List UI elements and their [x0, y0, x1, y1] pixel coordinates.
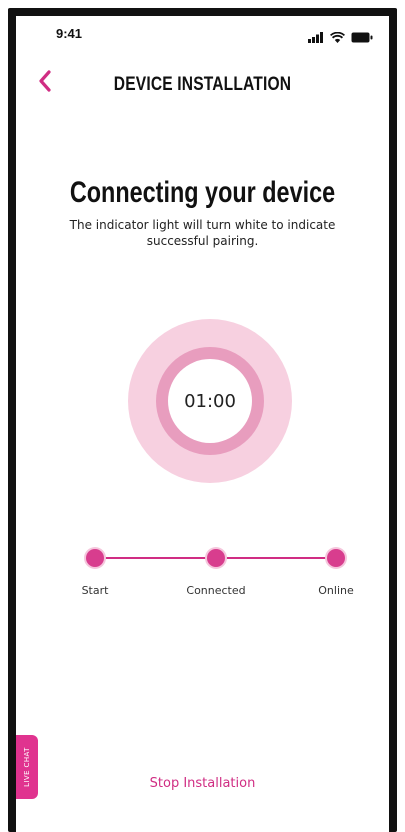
step-dot-connected — [207, 549, 225, 567]
step-dot-online — [327, 549, 345, 567]
step-label-connected: Connected — [186, 584, 246, 597]
page-title: DEVICE INSTALLATION — [113, 74, 292, 95]
header: DEVICE INSTALLATION — [16, 64, 389, 108]
status-bar: 9:41 — [16, 16, 389, 56]
status-time: 9:41 — [56, 26, 83, 41]
timer-value: 01:00 — [184, 390, 236, 412]
step-label-start: Start — [81, 584, 109, 597]
status-icons — [308, 28, 373, 47]
step-dot-start — [86, 549, 104, 567]
countdown-timer: 01:00 — [128, 319, 292, 483]
stop-installation-button[interactable]: Stop Installation — [16, 776, 389, 791]
phone-screen: 9:41 DEVICE INSTALLATION Connecting your… — [8, 8, 397, 832]
step-label-online: Online — [318, 584, 354, 597]
instruction-text: The indicator light will turn white to i… — [69, 218, 336, 248]
signal-icon — [308, 28, 324, 47]
battery-icon — [351, 28, 373, 47]
timer-center: 01:00 — [168, 359, 252, 443]
main-heading: Connecting your device — [69, 176, 336, 209]
progress-steps: Start Connected Online — [68, 542, 354, 602]
wifi-icon — [329, 28, 346, 47]
timer-ring: 01:00 — [156, 347, 264, 455]
